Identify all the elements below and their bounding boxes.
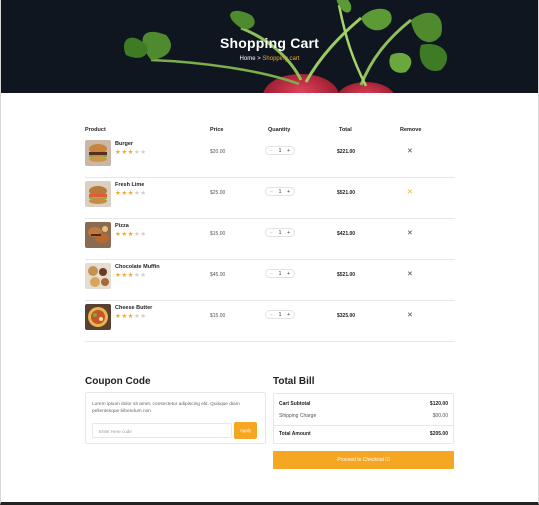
product-name[interactable]: Fresh Lime bbox=[115, 182, 144, 188]
close-icon[interactable]: ✕ bbox=[407, 147, 413, 155]
qty-value[interactable]: 1 bbox=[279, 230, 282, 236]
product-price: $15.00 bbox=[210, 231, 226, 237]
coupon-description: Lorem ipsum dolor sit amet, consectetur … bbox=[92, 402, 240, 414]
product-image-burger bbox=[85, 140, 111, 166]
star-icon: ★★★ bbox=[115, 149, 134, 156]
product-image-chocolate-muffin bbox=[85, 263, 111, 289]
product-name[interactable]: Chocolate Muffin bbox=[115, 264, 160, 270]
breadcrumb-home-link[interactable]: Home bbox=[240, 56, 256, 62]
quantity-stepper: − 1 + bbox=[265, 187, 295, 196]
product-total: $221.00 bbox=[337, 149, 356, 155]
apply-coupon-button[interactable]: Apply bbox=[234, 422, 257, 439]
header-quantity: Quantity bbox=[268, 127, 291, 133]
star-icon: ★★★ bbox=[115, 190, 134, 197]
product-price: $20.00 bbox=[210, 149, 226, 155]
product-image-pizza bbox=[85, 222, 111, 248]
qty-value[interactable]: 1 bbox=[279, 271, 282, 277]
header-remove: Remove bbox=[400, 127, 422, 133]
qty-decrease-button[interactable]: − bbox=[270, 189, 273, 195]
shipping-label: Shipping Charge bbox=[279, 413, 317, 419]
star-icon: ★★ bbox=[133, 231, 147, 238]
product-name[interactable]: Burger bbox=[115, 141, 133, 147]
cart-row-fresh-lime: Fresh Lime ★★★★★ $25.00 − 1 + $521.00 ✕ bbox=[85, 178, 455, 219]
shipping-row: Shipping Charge $00.00 bbox=[279, 413, 448, 419]
cart-row-pizza: Pizza ★★★★★ $15.00 − 1 + $421.00 ✕ bbox=[85, 219, 455, 260]
product-name[interactable]: Cheese Butter bbox=[115, 305, 152, 311]
qty-value[interactable]: 1 bbox=[279, 312, 282, 318]
close-icon[interactable]: ✕ bbox=[407, 229, 413, 237]
product-image-fresh-lime bbox=[85, 181, 111, 207]
proceed-to-checkout-button[interactable]: Proceed to Checkout ☑ bbox=[273, 451, 454, 469]
subtotal-value: $120.00 bbox=[429, 401, 448, 407]
product-total: $421.00 bbox=[337, 231, 356, 237]
close-icon[interactable]: ✕ bbox=[407, 270, 413, 278]
product-image-cheese-butter bbox=[85, 304, 111, 330]
qty-value[interactable]: 1 bbox=[279, 148, 282, 154]
close-icon[interactable]: ✕ bbox=[407, 188, 413, 196]
subtotal-label: Cart Subtotal bbox=[279, 401, 311, 407]
quantity-stepper: − 1 + bbox=[265, 228, 295, 237]
breadcrumb-current: Shopping cart bbox=[262, 56, 300, 62]
cart-table-header: Product Price Quantity Total Remove bbox=[85, 127, 455, 137]
qty-decrease-button[interactable]: − bbox=[270, 230, 273, 236]
bill-divider bbox=[274, 425, 453, 426]
qty-increase-button[interactable]: + bbox=[287, 189, 290, 195]
rating-stars: ★★★★★ bbox=[115, 312, 147, 320]
rating-stars: ★★★★★ bbox=[115, 148, 147, 156]
header-total: Total bbox=[339, 127, 352, 133]
quantity-stepper: − 1 + bbox=[265, 146, 295, 155]
rating-stars: ★★★★★ bbox=[115, 230, 147, 238]
qty-decrease-button[interactable]: − bbox=[270, 312, 273, 318]
total-row: Total Amount $205.00 bbox=[279, 431, 448, 437]
breadcrumb: Home > Shopping cart bbox=[1, 56, 538, 62]
header-price: Price bbox=[210, 127, 224, 133]
subtotal-row: Cart Subtotal $120.00 bbox=[279, 401, 448, 407]
quantity-stepper: − 1 + bbox=[265, 269, 295, 278]
bill-panel: Cart Subtotal $120.00 Shipping Charge $0… bbox=[273, 393, 454, 444]
qty-increase-button[interactable]: + bbox=[287, 148, 290, 154]
product-total: $325.00 bbox=[337, 313, 356, 319]
product-total: $521.00 bbox=[337, 190, 356, 196]
star-icon: ★★★ bbox=[115, 272, 134, 279]
product-name[interactable]: Pizza bbox=[115, 223, 129, 229]
qty-decrease-button[interactable]: − bbox=[270, 148, 273, 154]
coupon-panel: Lorem ipsum dolor sit amet, consectetur … bbox=[85, 392, 266, 444]
qty-increase-button[interactable]: + bbox=[287, 230, 290, 236]
rating-stars: ★★★★★ bbox=[115, 189, 147, 197]
product-price: $45.00 bbox=[210, 272, 226, 278]
close-icon[interactable]: ✕ bbox=[407, 311, 413, 319]
product-total: $521.00 bbox=[337, 272, 356, 278]
header-product: Product bbox=[85, 127, 106, 133]
hero-banner: Shopping Cart Home > Shopping cart bbox=[1, 0, 538, 93]
product-price: $25.00 bbox=[210, 190, 226, 196]
qty-decrease-button[interactable]: − bbox=[270, 271, 273, 277]
coupon-code-input[interactable]: Enter Here code bbox=[92, 423, 232, 438]
quantity-stepper: − 1 + bbox=[265, 310, 295, 319]
rating-stars: ★★★★★ bbox=[115, 271, 147, 279]
breadcrumb-separator: > bbox=[257, 56, 261, 62]
cart-row-burger: Burger ★★★★★ $20.00 − 1 + $221.00 ✕ bbox=[85, 137, 455, 178]
page-title: Shopping Cart bbox=[219, 35, 320, 51]
total-label: Total Amount bbox=[279, 431, 311, 437]
cart-row-cheese-butter: Cheese Butter ★★★★★ $15.00 − 1 + $325.00… bbox=[85, 301, 455, 342]
shipping-value: $00.00 bbox=[432, 413, 448, 419]
qty-increase-button[interactable]: + bbox=[287, 312, 290, 318]
qty-value[interactable]: 1 bbox=[279, 189, 282, 195]
star-icon: ★★ bbox=[133, 313, 147, 320]
star-icon: ★★ bbox=[133, 149, 147, 156]
star-icon: ★★★ bbox=[115, 313, 134, 320]
coupon-title: Coupon Code bbox=[85, 376, 151, 387]
star-icon: ★★★ bbox=[115, 231, 134, 238]
qty-increase-button[interactable]: + bbox=[287, 271, 290, 277]
star-icon: ★★ bbox=[133, 190, 147, 197]
product-price: $15.00 bbox=[210, 313, 226, 319]
star-icon: ★★ bbox=[133, 272, 147, 279]
bill-title: Total Bill bbox=[273, 376, 315, 387]
total-value: $205.00 bbox=[429, 431, 448, 437]
cart-row-chocolate-muffin: Chocolate Muffin ★★★★★ $45.00 − 1 + $521… bbox=[85, 260, 455, 301]
